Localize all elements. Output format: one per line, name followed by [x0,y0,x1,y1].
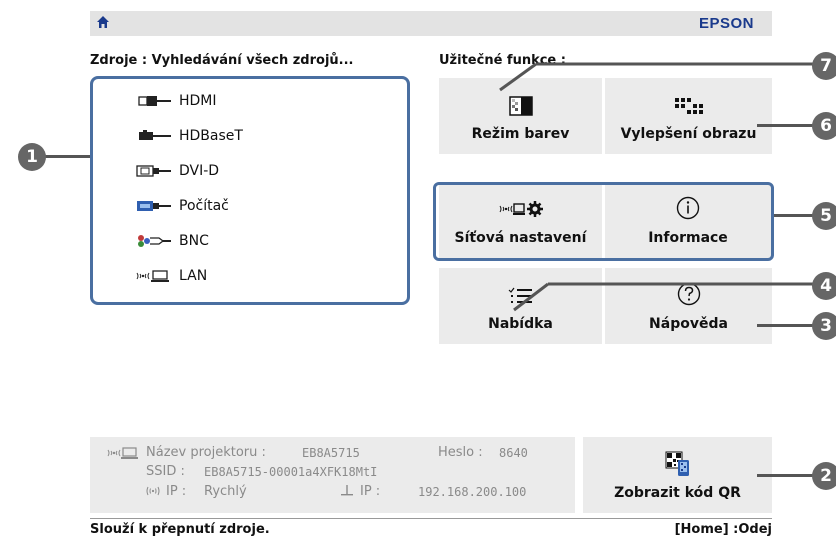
callout-6: 6 [812,112,836,140]
tile-label: Zobrazit kód QR [614,485,741,501]
computer-vga-icon [137,201,171,211]
network-info-highlight [433,182,774,261]
source-item-lan[interactable]: LAN [133,263,207,289]
sources-header: Zdroje : Vyhledávání všech zdrojů... [90,53,354,68]
callout-line-4 [513,282,820,312]
callout-line-5 [774,214,817,217]
qr-code-icon [665,451,689,476]
projector-name-label: Název projektoru : [146,445,266,460]
callout-5: 5 [812,202,836,230]
password-label: Heslo : [438,445,483,460]
source-item-bnc[interactable]: BNC [133,228,209,254]
wired-lan-icon [341,485,353,496]
projector-info-panel: Název projektoru : EB8A5715 Heslo : 8640… [90,437,575,513]
callout-1: 1 [18,143,46,171]
source-item-hdbaset[interactable]: HDBaseT [133,123,243,149]
show-qr-code-button[interactable]: Zobrazit kód QR [583,437,772,513]
lan-icon [107,447,138,459]
tile-label: Režim barev [471,126,570,142]
source-item-dvi[interactable]: DVI-D [133,158,219,184]
hdbaset-icon [139,130,171,140]
callout-2: 2 [812,462,836,490]
tile-label: Vylepšení obrazu [620,126,757,142]
wireless-icon [146,486,160,496]
home-exit-hint: [Home] :Odej [674,522,772,537]
ssid-value: EB8A5715-00001a4XFK18MtI [204,465,378,479]
password-value: 8640 [499,446,528,460]
callout-line-7 [499,62,820,92]
wired-ip-value: 192.168.200.100 [418,485,527,499]
source-label: HDBaseT [179,128,243,144]
status-hint: Slouží k přepnutí zdroje. [90,522,270,537]
wireless-ip-label: IP : [166,484,187,499]
callout-4: 4 [812,272,836,300]
source-label: HDMI [179,93,217,109]
callout-7: 7 [812,52,836,80]
source-list: HDMI HDBaseT DVI-D Počítač BNC LAN [90,76,410,305]
epson-logo: EPSON [698,15,754,32]
bnc-icon [138,235,171,247]
projector-name-value: EB8A5715 [302,446,360,460]
wireless-ip-mode: Rychlý [204,484,247,499]
source-label: DVI-D [179,163,220,179]
source-label: LAN [179,268,208,284]
source-item-computer[interactable]: Počítač [133,193,229,219]
dvi-icon [136,165,171,177]
callout-line-6 [757,124,817,127]
footer-divider [90,518,772,519]
source-label: Počítač [179,198,229,214]
source-item-hdmi[interactable]: HDMI [133,88,217,114]
source-label: BNC [179,233,209,249]
callout-line-2 [757,474,817,477]
lan-icon [136,270,169,282]
callout-line-1 [40,155,90,158]
hdmi-icon [138,96,171,106]
wired-ip-label: IP : [360,484,381,499]
ssid-label: SSID : [146,464,185,479]
home-icon[interactable] [96,15,110,29]
top-bar: EPSON [90,11,772,36]
